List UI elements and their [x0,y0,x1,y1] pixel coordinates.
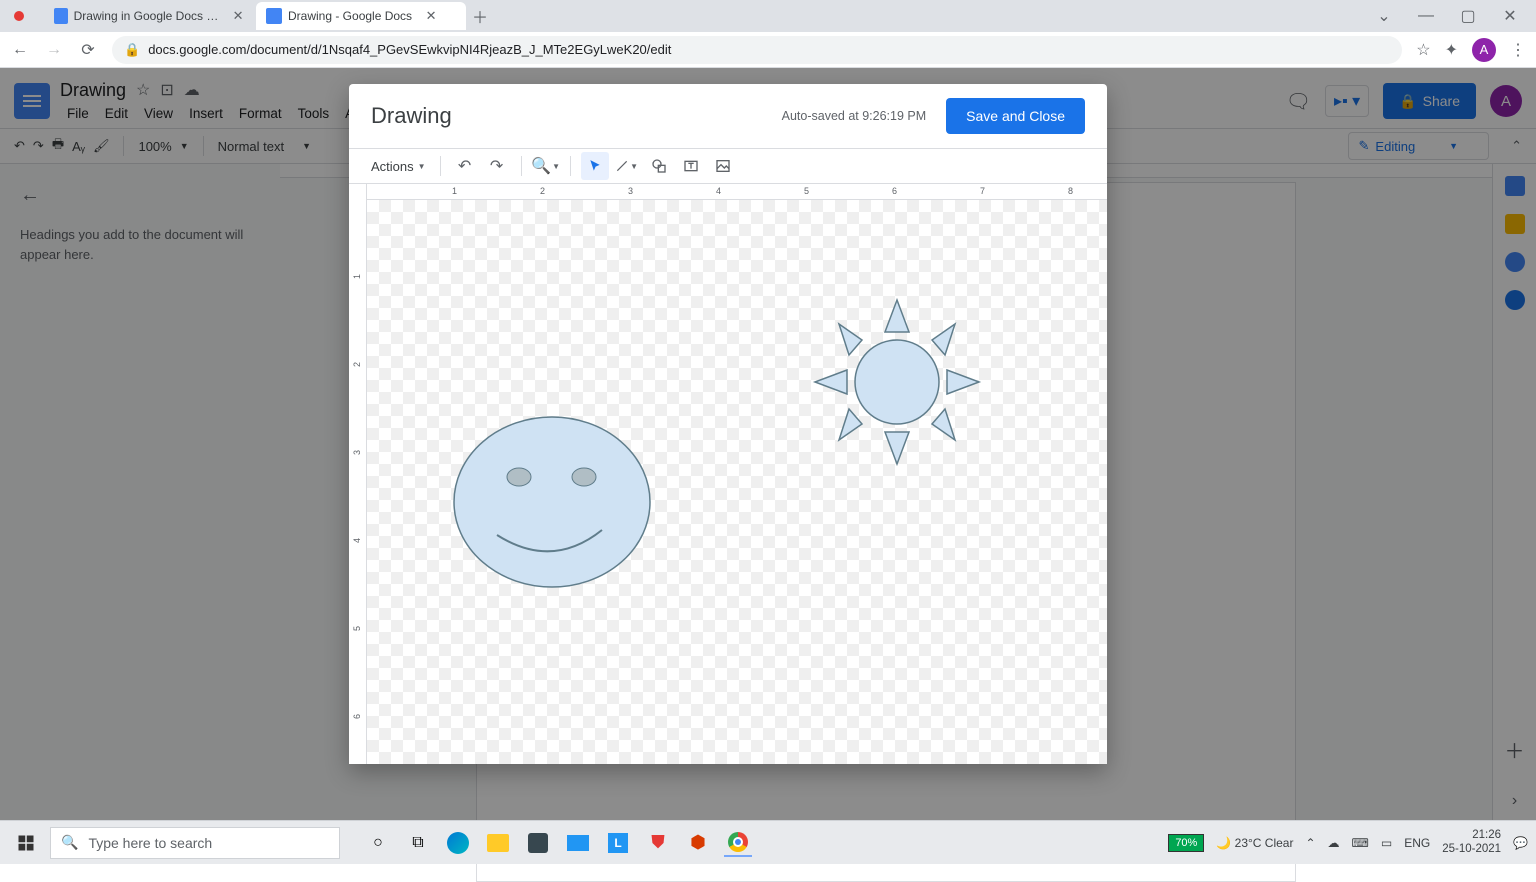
textbox-tool[interactable] [677,152,705,180]
docs-favicon-icon [54,8,68,24]
notifications-icon[interactable]: 💬 [1513,836,1528,850]
mcafee-icon[interactable]: ⛊ [644,829,672,857]
record-icon [14,11,24,21]
undo-button[interactable]: ↶ [451,152,479,180]
new-tab-button[interactable]: ＋ [468,4,492,28]
browser-tab[interactable] [6,2,42,30]
profile-avatar[interactable]: A [1472,38,1496,62]
maximize-button[interactable]: ▢ [1456,4,1480,28]
battery-indicator[interactable]: 70% [1168,834,1204,852]
windows-taskbar: 🔍 Type here to search ○ ⧉ L ⛊ ⬢ 70% 🌙 23… [0,820,1536,864]
close-window-button[interactable]: ✕ [1498,4,1522,28]
extensions-icon[interactable]: ✦ [1445,40,1458,60]
drawing-canvas[interactable] [367,200,1107,764]
office-icon[interactable]: ⬢ [684,829,712,857]
redo-button[interactable]: ↷ [483,152,511,180]
forward-button[interactable]: → [44,41,64,59]
language-indicator[interactable]: ENG [1404,836,1430,850]
docs-favicon-icon [266,8,282,24]
star-icon[interactable]: ☆ [1416,40,1430,60]
select-tool[interactable] [581,152,609,180]
address-bar: ← → ⟳ 🔒 docs.google.com/document/d/1Nsqa… [0,32,1536,68]
image-tool[interactable] [709,152,737,180]
modal-title: Drawing [371,103,452,129]
app-l-icon[interactable]: L [604,829,632,857]
close-icon[interactable]: ✕ [232,9,244,23]
smiley-shape[interactable] [452,415,652,590]
start-button[interactable] [8,825,44,861]
minimize-button[interactable]: — [1414,4,1438,28]
browser-tab[interactable]: Drawing - Google Docs ✕ [256,2,466,30]
url-text: docs.google.com/document/d/1Nsqaf4_PGevS… [148,42,671,57]
weather-widget[interactable]: 🌙 23°C Clear [1216,836,1293,850]
edge-icon[interactable] [444,829,472,857]
battery-icon[interactable]: ▭ [1381,836,1392,850]
drawing-toolbar: Actions▼ ↶ ↷ 🔍▼ ▼ [349,148,1107,184]
tab-title: Drawing in Google Docs - Googl [74,9,220,23]
drawing-modal: Drawing Auto-saved at 9:26:19 PM Save an… [349,84,1107,764]
browser-tab[interactable]: Drawing in Google Docs - Googl ✕ [44,2,254,30]
url-input[interactable]: 🔒 docs.google.com/document/d/1Nsqaf4_PGe… [112,36,1402,64]
reload-button[interactable]: ⟳ [78,40,98,60]
close-icon[interactable]: ✕ [424,9,438,23]
modal-header: Drawing Auto-saved at 9:26:19 PM Save an… [349,84,1107,148]
horizontal-ruler[interactable]: 1 2 3 4 5 6 7 8 [367,184,1107,200]
tray-chevron-icon[interactable]: ⌃ [1305,836,1315,850]
line-tool[interactable]: ▼ [613,152,641,180]
zoom-button[interactable]: 🔍▼ [532,152,560,180]
search-icon: 🔍 [61,834,78,851]
taskview-icon[interactable]: ⧉ [404,829,432,857]
system-clock[interactable]: 21:26 25-10-2021 [1442,829,1501,857]
moon-icon: 🌙 [1216,836,1231,850]
search-placeholder: Type here to search [88,835,212,851]
shape-tool[interactable] [645,152,673,180]
browser-tab-strip: Drawing in Google Docs - Googl ✕ Drawing… [0,0,1536,32]
save-and-close-button[interactable]: Save and Close [946,98,1085,134]
chrome-icon[interactable] [724,829,752,857]
onedrive-icon[interactable]: ☁ [1328,836,1340,850]
lock-icon: 🔒 [124,42,140,58]
wifi-icon[interactable]: ⌨ [1352,836,1369,850]
autosave-status: Auto-saved at 9:26:19 PM [782,109,927,123]
back-button[interactable]: ← [10,41,30,59]
actions-menu[interactable]: Actions▼ [367,159,430,174]
tab-title: Drawing - Google Docs [288,9,412,23]
chevron-down-icon[interactable]: ⌄ [1372,4,1396,28]
store-icon[interactable] [524,829,552,857]
kebab-menu-icon[interactable]: ⋮ [1510,40,1526,60]
vertical-ruler[interactable]: 1 2 3 4 5 6 [349,184,367,764]
cortana-icon[interactable]: ○ [364,829,392,857]
explorer-icon[interactable] [484,829,512,857]
mail-icon[interactable] [564,829,592,857]
canvas-area: 1 2 3 4 5 6 1 2 3 4 5 6 7 8 [349,184,1107,764]
sun-shape[interactable] [807,295,987,470]
taskbar-search[interactable]: 🔍 Type here to search [50,827,340,859]
